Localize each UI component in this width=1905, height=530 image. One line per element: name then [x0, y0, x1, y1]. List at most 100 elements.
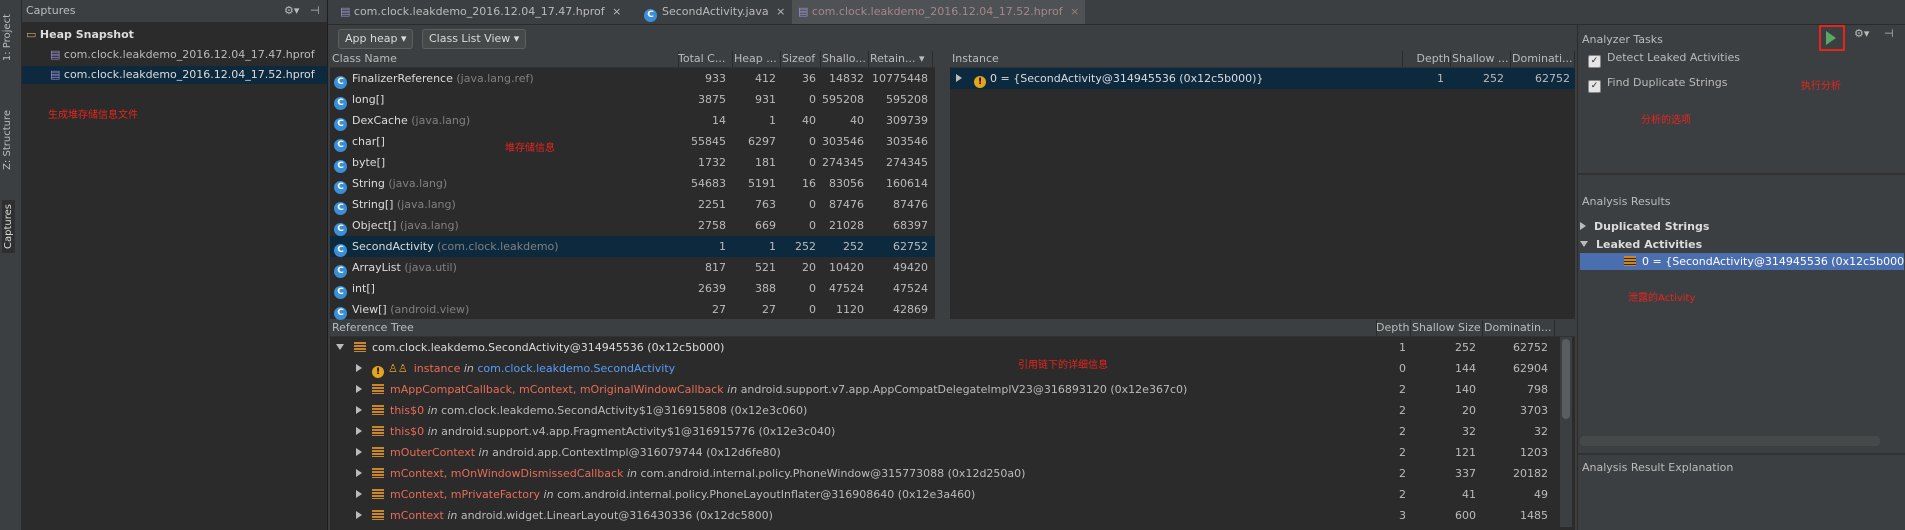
class-name: long[]	[352, 93, 385, 106]
reference-field: this$0	[390, 404, 425, 417]
close-icon[interactable]: ×	[776, 5, 785, 18]
collapse-icon[interactable]	[336, 337, 352, 358]
leaked-activity-item[interactable]: 0 = {SecondActivity@314945536 (0x12c5b00…	[1580, 253, 1904, 270]
reference-row[interactable]: mAppCompatCallback, mContext, mOriginalW…	[330, 379, 1558, 400]
table-row[interactable]: C String (java.lang) 54683 5191 16 83056 16061…	[330, 173, 935, 194]
table-row[interactable]: Cchar[] 55845 6297 0 303546 303546	[330, 131, 935, 152]
expand-icon[interactable]	[1580, 222, 1586, 230]
expand-icon[interactable]	[356, 358, 370, 379]
table-row[interactable]: C DexCache (java.lang) 14 1 40 40 309739	[330, 110, 935, 131]
reference-row[interactable]: this$0 in com.clock.leakdemo.SecondActiv…	[330, 400, 1558, 421]
detect-leaked-activities-checkbox[interactable]: ✓ Detect Leaked Activities	[1588, 49, 1740, 68]
find-duplicate-strings-checkbox[interactable]: ✓ Find Duplicate Strings	[1588, 74, 1728, 93]
sizeof: 0	[809, 219, 816, 232]
analyzer-tasks-title: Analyzer Tasks	[1582, 33, 1663, 46]
expand-icon[interactable]	[356, 421, 370, 442]
expand-icon[interactable]	[356, 400, 370, 421]
table-row[interactable]: C FinalizerReference (java.lang.ref) 933 41…	[330, 68, 935, 89]
total-count: 54683	[691, 177, 726, 190]
col-retained-size[interactable]: Retain... ▾	[870, 51, 933, 67]
table-row[interactable]: C String[] (java.lang) 2251 763 0 87476 87476	[330, 194, 935, 215]
tab-hprof-1752[interactable]: ▤ com.clock.leakdemo_2016.12.04_17.52.hp…	[792, 0, 1086, 24]
view-select[interactable]: Class List View ▾	[422, 29, 527, 49]
hide-icon[interactable]: ⊣	[310, 0, 320, 22]
reference-depth: 2	[1399, 404, 1406, 417]
reference-in: in	[478, 446, 489, 459]
heap-select[interactable]: App heap ▾	[338, 29, 414, 49]
heap-snapshot-group[interactable]: ▭ Heap Snapshot	[26, 26, 134, 44]
reference-in: in	[427, 404, 438, 417]
reference-in: in	[543, 488, 554, 501]
captures-tool-tab[interactable]: Captures	[2, 200, 15, 253]
col-ref-depth[interactable]: Depth	[1376, 320, 1411, 336]
col-reference-tree[interactable]: Reference Tree	[332, 320, 1377, 336]
reference-row[interactable]: mOuterContext in android.app.ContextImpl…	[330, 442, 1558, 463]
table-row[interactable]: Clong[] 3875 931 0 595208 595208	[330, 89, 935, 110]
instance-row[interactable]: ! 0 = {SecondActivity@314945536 (0x12c5b0…	[950, 68, 1575, 89]
collapse-icon[interactable]	[1580, 241, 1588, 247]
panel-divider[interactable]	[1578, 453, 1905, 455]
expand-icon[interactable]	[356, 379, 370, 400]
project-tool-tab[interactable]: 1: Project	[2, 14, 13, 61]
reference-row[interactable]: mContext, mPrivateFactory in com.android…	[330, 484, 1558, 505]
col-shallow-size[interactable]: Shallo...	[822, 51, 869, 67]
sizeof: 252	[795, 240, 816, 253]
total-count: 1732	[698, 156, 726, 169]
reference-tree-scrollbar[interactable]	[1560, 337, 1572, 527]
retained-size: 49420	[893, 261, 928, 274]
hide-icon[interactable]: ⊣	[1884, 27, 1894, 40]
table-row[interactable]: Cbyte[] 1732 181 0 274345 274345	[330, 152, 935, 173]
gear-icon[interactable]: ⚙▾	[284, 0, 299, 22]
shallow-size: 10420	[829, 261, 864, 274]
reference-row[interactable]: ! ♙♙ instance in com.clock.leakdemo.Second…	[330, 358, 1558, 379]
table-row[interactable]: C View[] (android.view) 27 27 0 1120 42869	[330, 299, 935, 320]
tab-hprof-1747[interactable]: ▤ com.clock.leakdemo_2016.12.04_17.47.hp…	[334, 0, 627, 24]
class-name: View[]	[352, 303, 387, 316]
class-name: byte[]	[352, 156, 386, 169]
results-scrollbar[interactable]	[1580, 436, 1880, 446]
col-shallow[interactable]: Shallow ...	[1452, 51, 1511, 67]
root-label: com.clock.leakdemo.SecondActivity@314945…	[372, 341, 725, 354]
tab-second-activity[interactable]: C SecondActivity.java ×	[638, 0, 791, 24]
close-icon[interactable]: ×	[612, 5, 621, 18]
expand-icon[interactable]	[956, 68, 970, 89]
retained-size: 68397	[893, 219, 928, 232]
capture-file-1[interactable]: ▤ com.clock.leakdemo_2016.12.04_17.47.hp…	[50, 46, 315, 64]
table-row[interactable]: C SecondActivity (com.clock.leakdemo) 1 1 25…	[330, 236, 935, 257]
table-row[interactable]: C Object[] (java.lang) 2758 669 0 21028 68397	[330, 215, 935, 236]
structure-tool-tab[interactable]: Z: Structure	[2, 110, 13, 170]
close-icon[interactable]: ×	[1070, 5, 1079, 18]
reference-row[interactable]: mContext, mOnWindowDismissedCallback in …	[330, 463, 1558, 484]
expand-icon[interactable]	[356, 505, 370, 526]
reference-row[interactable]: this$0 in android.support.v4.app.Fragmen…	[330, 421, 1558, 442]
gear-icon[interactable]: ⚙▾	[1854, 27, 1869, 40]
col-ref-dominating[interactable]: Dominatin...	[1484, 320, 1555, 336]
result-leaked-activities[interactable]: Leaked Activities	[1580, 236, 1702, 253]
col-depth[interactable]: Depth	[1402, 51, 1451, 67]
reference-row[interactable]: mContext in android.widget.LinearLayout@…	[330, 505, 1558, 526]
col-dominating[interactable]: Dominati...	[1512, 51, 1575, 67]
vertical-splitter[interactable]	[935, 51, 950, 319]
col-sizeof[interactable]: Sizeof	[782, 51, 821, 67]
col-total-count[interactable]: Total C...	[678, 51, 733, 67]
expand-icon[interactable]	[356, 463, 370, 484]
scrollbar-thumb[interactable]	[1562, 339, 1570, 419]
reference-root-row[interactable]: com.clock.leakdemo.SecondActivity@314945…	[330, 337, 1558, 358]
expand-icon[interactable]	[356, 484, 370, 505]
col-heap-count[interactable]: Heap ...	[734, 51, 781, 67]
expand-icon[interactable]	[356, 442, 370, 463]
col-class-name[interactable]: Class Name	[332, 51, 679, 67]
capture-file-2[interactable]: ▤ com.clock.leakdemo_2016.12.04_17.52.hp…	[22, 66, 327, 84]
result-duplicated-strings[interactable]: Duplicated Strings	[1580, 218, 1709, 235]
retained-size: 47524	[893, 282, 928, 295]
chevron-down-icon: ▾	[400, 32, 407, 45]
table-row[interactable]: C ArrayList (java.util) 817 521 20 10420 49420	[330, 257, 935, 278]
heap-count: 181	[755, 156, 776, 169]
run-icon[interactable]	[1826, 31, 1836, 45]
total-count: 2639	[698, 282, 726, 295]
tab-label: com.clock.leakdemo_2016.12.04_17.47.hpro…	[353, 5, 605, 18]
col-instance[interactable]: Instance	[952, 51, 1403, 67]
table-row[interactable]: Cint[] 2639 388 0 47524 47524	[330, 278, 935, 299]
col-ref-shallow[interactable]: Shallow Size	[1412, 320, 1483, 336]
panel-divider[interactable]	[1578, 173, 1905, 175]
